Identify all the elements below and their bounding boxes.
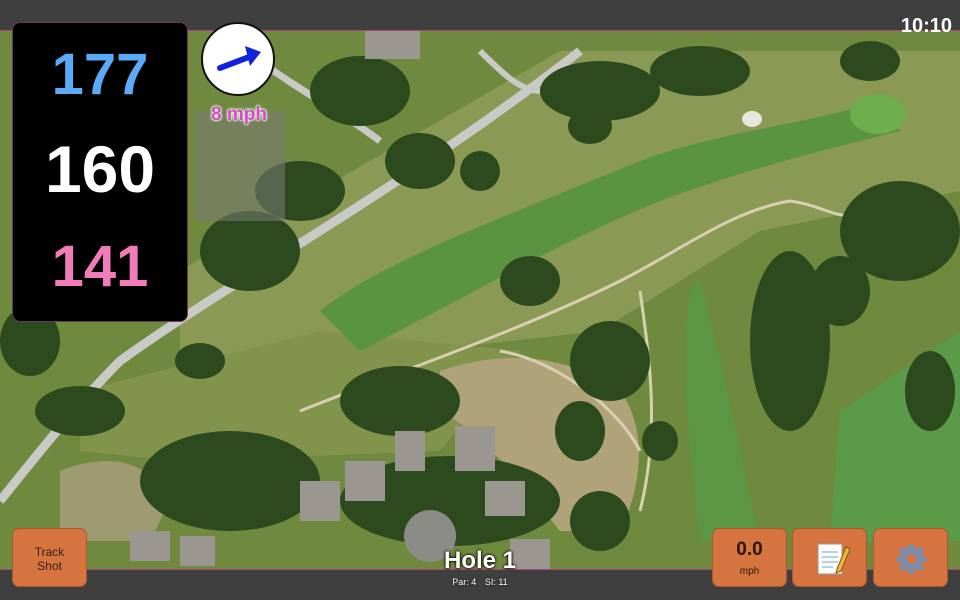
wind-indicator: [201, 22, 275, 96]
clock: 10:10: [900, 15, 952, 37]
back-yardage: 177: [51, 42, 149, 107]
notepad-icon: [817, 543, 851, 575]
middle-yardage: 160: [44, 132, 156, 206]
hole-par: Par: 4: [452, 577, 477, 587]
wind-arrow-icon: [217, 46, 261, 71]
yardage-panel: 177 160 141: [12, 22, 188, 322]
front-yardage: 141: [51, 234, 149, 299]
hole-info: Par: 4 SI: 11: [380, 577, 580, 587]
speed-button[interactable]: 0.0 mph: [712, 528, 787, 587]
hole-stroke-index: SI: 11: [484, 577, 508, 587]
gear-icon: [896, 544, 927, 574]
track-shot-label-line2: Shot: [37, 559, 62, 573]
speed-unit: mph: [739, 566, 760, 577]
wind-speed: 8 mph: [211, 104, 267, 125]
track-shot-label-line1: Track: [34, 545, 65, 559]
speed-value: 0.0: [736, 539, 763, 560]
notes-button[interactable]: [792, 528, 867, 587]
track-shot-button[interactable]: Track Shot: [12, 528, 87, 587]
settings-button[interactable]: [873, 528, 948, 587]
hole-title: Hole 1: [443, 547, 517, 574]
